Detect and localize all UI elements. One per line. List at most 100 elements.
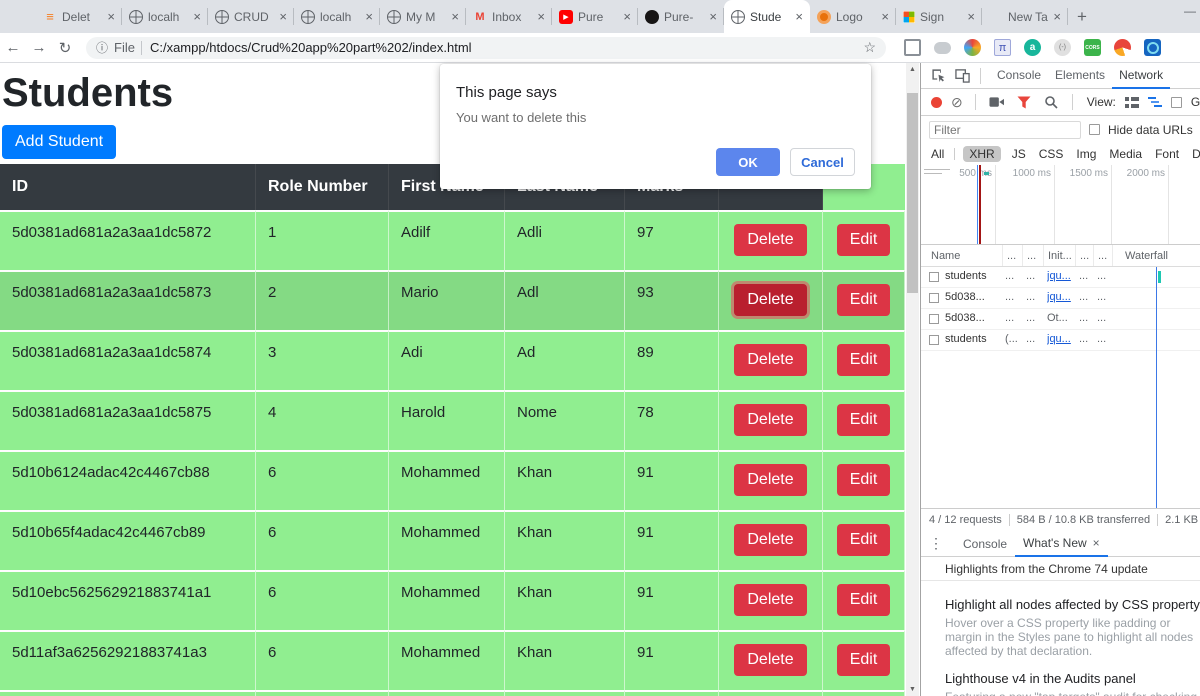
- record-icon[interactable]: [931, 96, 942, 108]
- blue-app-extension-icon[interactable]: [1144, 39, 1161, 56]
- reload-icon[interactable]: ↻: [52, 39, 78, 57]
- edit-button[interactable]: Edit: [836, 284, 891, 316]
- scrollbar-thumb[interactable]: [907, 93, 918, 293]
- url-text[interactable]: C:/xampp/htdocs/Crud%20app%20part%202/in…: [150, 40, 863, 55]
- browser-tab[interactable]: Stude ×: [724, 0, 810, 33]
- browser-tab[interactable]: My M ×: [380, 0, 466, 33]
- tab-close-icon[interactable]: ×: [967, 10, 975, 23]
- parentheses-extension-icon[interactable]: (-): [1054, 39, 1071, 56]
- bookmark-star-icon[interactable]: ☆: [863, 39, 876, 56]
- page-scrollbar[interactable]: ▲ ▼: [906, 63, 919, 696]
- network-request-row[interactable]: students (...... jqu.........: [921, 330, 1200, 351]
- browser-tab[interactable]: M Inbox ×: [466, 0, 552, 33]
- drawer-tab-console[interactable]: Console: [955, 531, 1015, 557]
- delete-button[interactable]: Delete: [734, 524, 807, 556]
- group-by-frame-checkbox[interactable]: [1170, 96, 1182, 108]
- browser-tab[interactable]: localh ×: [294, 0, 380, 33]
- type-filter-img[interactable]: Img: [1074, 146, 1098, 162]
- edit-button[interactable]: Edit: [836, 404, 891, 436]
- gamepad-extension-icon[interactable]: [934, 41, 951, 54]
- list-view-icon[interactable]: [1124, 96, 1139, 108]
- dialog-cancel-button[interactable]: Cancel: [790, 148, 855, 176]
- dialog-ok-button[interactable]: OK: [716, 148, 780, 176]
- delete-button[interactable]: Delete: [734, 284, 807, 316]
- scroll-up-icon[interactable]: ▲: [906, 63, 919, 76]
- browser-tab[interactable]: Pure- ×: [638, 0, 724, 33]
- delete-button[interactable]: Delete: [734, 464, 807, 496]
- scroll-down-icon[interactable]: ▼: [906, 683, 919, 696]
- type-filter-media[interactable]: Media: [1107, 146, 1144, 162]
- network-filter-input[interactable]: [929, 120, 1081, 139]
- tab-close-icon[interactable]: ×: [795, 10, 803, 23]
- browser-tab[interactable]: New Tab ×: [982, 0, 1068, 33]
- edit-button[interactable]: Edit: [836, 344, 891, 376]
- network-request-row[interactable]: 5d038......... jqu.........: [921, 288, 1200, 309]
- type-filter-css[interactable]: CSS: [1037, 146, 1066, 162]
- edit-button[interactable]: Edit: [836, 584, 891, 616]
- devtools-tab-console[interactable]: Console: [990, 63, 1048, 89]
- filter-funnel-icon[interactable]: [1015, 93, 1033, 111]
- browser-tab[interactable]: CRUD ×: [208, 0, 294, 33]
- device-toolbar-icon[interactable]: [953, 67, 971, 85]
- delete-button[interactable]: Delete: [734, 584, 807, 616]
- back-icon[interactable]: ←: [0, 39, 26, 56]
- network-overview-timeline[interactable]: 500 ms 1000 ms 1500 ms 2000 ms: [921, 165, 1200, 245]
- network-col-c4[interactable]: ...: [1076, 245, 1094, 266]
- delete-button[interactable]: Delete: [734, 344, 807, 376]
- request-checkbox[interactable]: [929, 335, 939, 345]
- hide-data-urls-checkbox[interactable]: [1089, 124, 1100, 135]
- add-student-button[interactable]: Add Student: [2, 125, 117, 159]
- cors-extension-icon[interactable]: CORS: [1084, 39, 1101, 56]
- tab-close-icon[interactable]: ×: [279, 10, 287, 23]
- forward-icon[interactable]: →: [26, 39, 52, 56]
- request-checkbox[interactable]: [929, 293, 939, 303]
- browser-tab[interactable]: Sign ×: [896, 0, 982, 33]
- pi-extension-icon[interactable]: π: [994, 39, 1011, 56]
- type-filter-xhr[interactable]: XHR: [963, 146, 1001, 162]
- tab-close-icon[interactable]: ×: [537, 10, 545, 23]
- devtools-tab-network[interactable]: Network: [1112, 63, 1171, 89]
- screen-search-extension-icon[interactable]: [904, 39, 921, 56]
- network-col-c3[interactable]: Init...: [1044, 245, 1076, 266]
- devtools-tab-elements[interactable]: Elements: [1048, 63, 1112, 89]
- screenshot-camera-icon[interactable]: [988, 93, 1006, 111]
- type-filter-font[interactable]: Font: [1153, 146, 1181, 162]
- type-filter-js[interactable]: JS: [1010, 146, 1028, 162]
- waterfall-view-icon[interactable]: [1147, 96, 1162, 108]
- tab-close-icon[interactable]: ×: [623, 10, 631, 23]
- tab-close-icon[interactable]: ×: [451, 10, 459, 23]
- delete-button[interactable]: Delete: [734, 404, 807, 436]
- palette-extension-icon[interactable]: [964, 39, 981, 56]
- network-col-c1[interactable]: ...: [1003, 245, 1023, 266]
- color-wheel-extension-icon[interactable]: [1114, 39, 1131, 56]
- browser-tab[interactable]: localh ×: [122, 0, 208, 33]
- page-info-icon[interactable]: ⓘ: [96, 39, 108, 56]
- inspect-element-icon[interactable]: [929, 67, 947, 85]
- request-checkbox[interactable]: [929, 272, 939, 282]
- window-minimize-button[interactable]: —: [1184, 4, 1196, 18]
- network-request-row[interactable]: 5d038......... Ot.........: [921, 309, 1200, 330]
- edit-button[interactable]: Edit: [836, 464, 891, 496]
- tab-close-icon[interactable]: ×: [365, 10, 373, 23]
- tab-close-icon[interactable]: ×: [107, 10, 115, 23]
- browser-tab[interactable]: ▶ Pure ×: [552, 0, 638, 33]
- request-checkbox[interactable]: [929, 314, 939, 324]
- clear-icon[interactable]: ⊘: [951, 95, 963, 109]
- tab-close-icon[interactable]: ×: [881, 10, 889, 23]
- tab-close-icon[interactable]: ×: [709, 10, 717, 23]
- new-tab-button[interactable]: +: [1068, 3, 1096, 31]
- tab-close-icon[interactable]: ×: [193, 10, 201, 23]
- edit-button[interactable]: Edit: [836, 524, 891, 556]
- browser-tab[interactable]: ≡ Delet ×: [36, 0, 122, 33]
- drawer-menu-icon[interactable]: ⋮: [929, 535, 943, 552]
- network-col-waterfall[interactable]: Waterfall: [1113, 245, 1200, 266]
- search-icon[interactable]: [1042, 93, 1060, 111]
- edit-button[interactable]: Edit: [836, 644, 891, 676]
- network-col-c5[interactable]: ...: [1094, 245, 1113, 266]
- network-col-c2[interactable]: ...: [1023, 245, 1044, 266]
- edit-button[interactable]: Edit: [836, 224, 891, 256]
- drawer-tab-what-s-new[interactable]: What's New ×: [1015, 531, 1108, 557]
- delete-button[interactable]: Delete: [734, 224, 807, 256]
- wappalyzer-extension-icon[interactable]: a: [1024, 39, 1041, 56]
- network-col-name[interactable]: Name: [921, 245, 1003, 266]
